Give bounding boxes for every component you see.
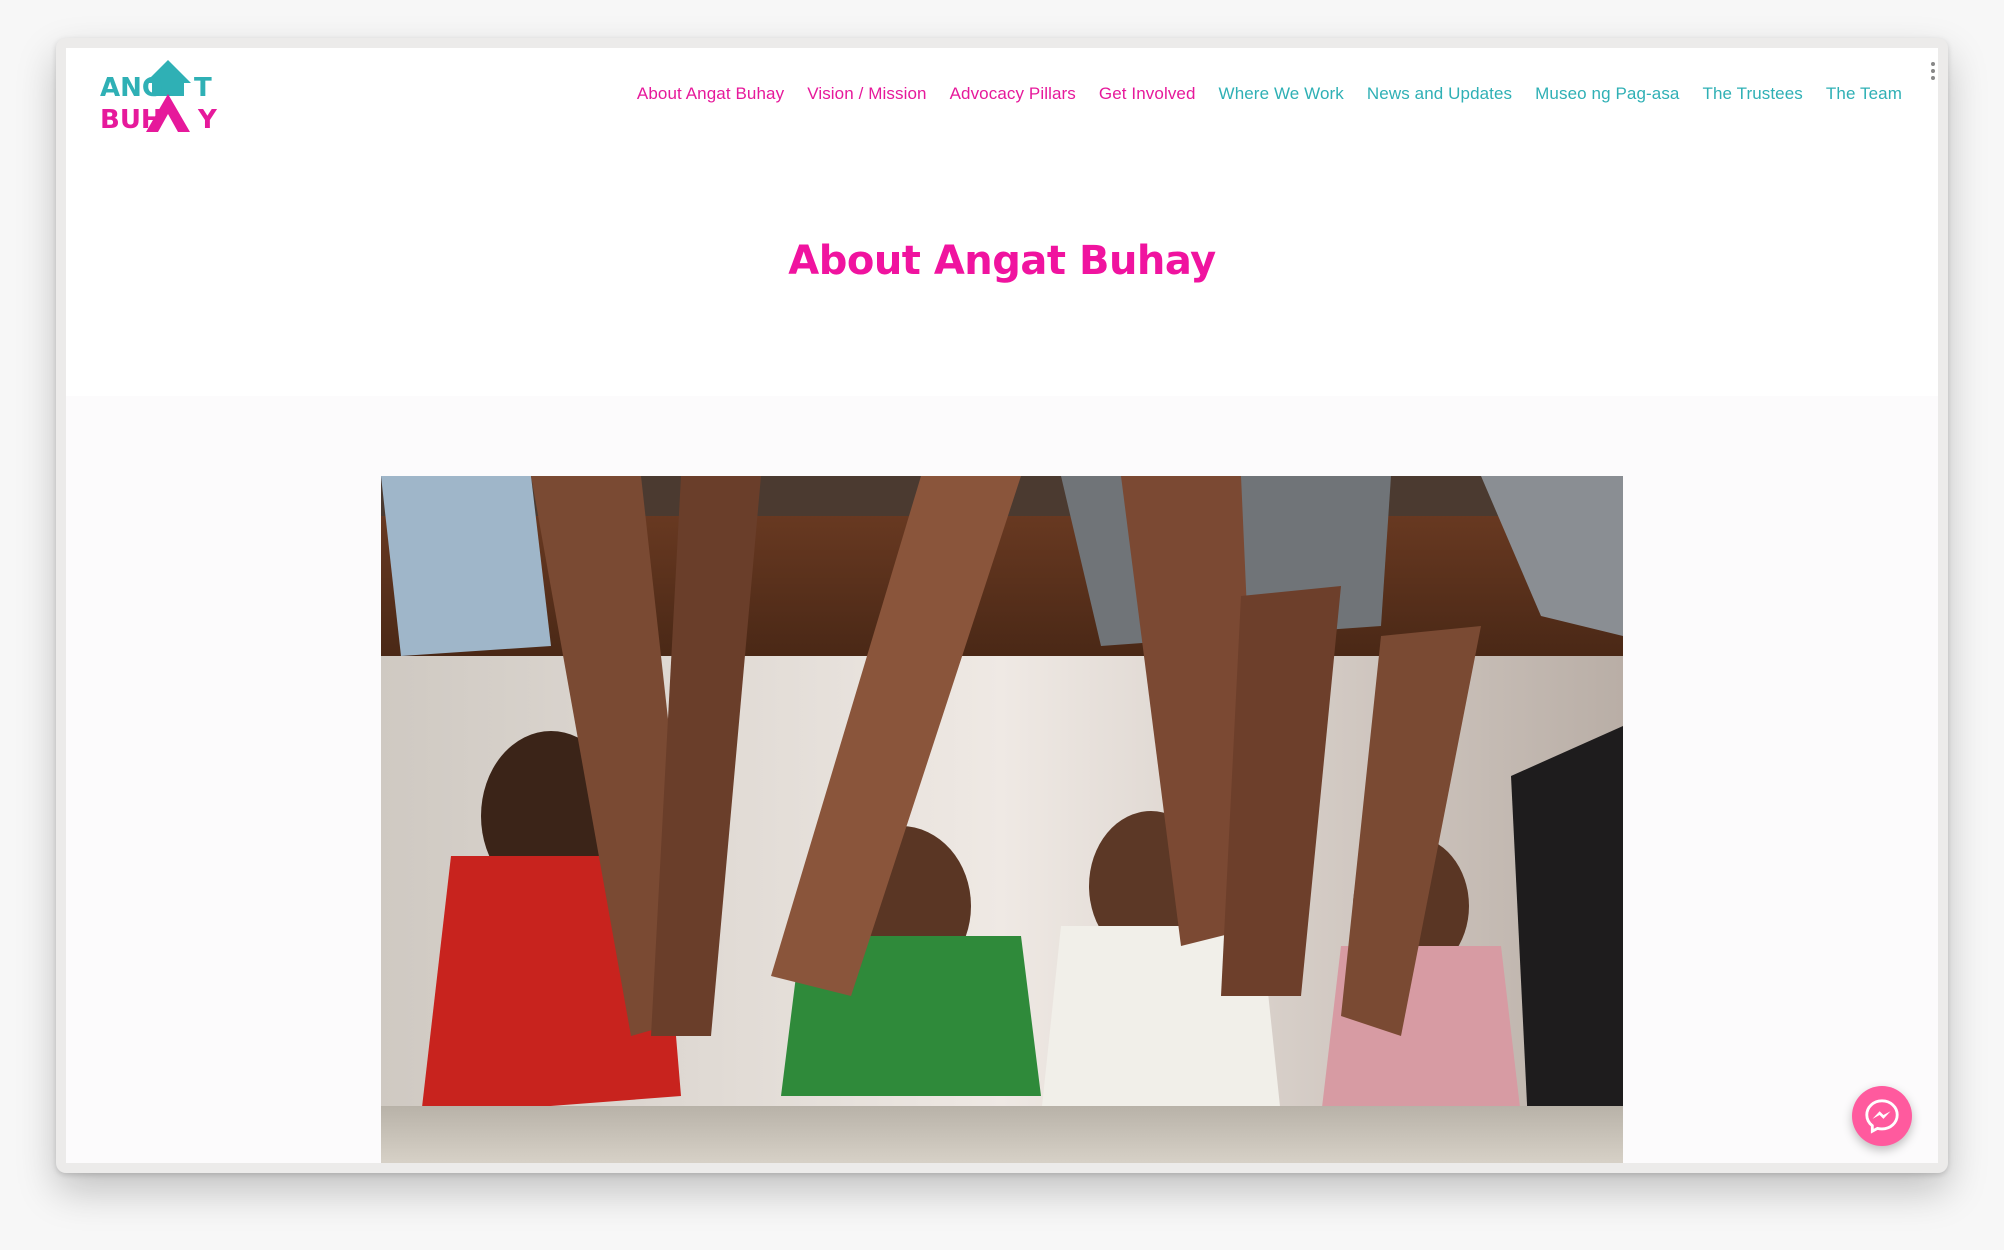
nav-news-updates[interactable]: News and Updates <box>1367 84 1512 104</box>
photo-children-under-bench-icon <box>381 476 1623 1163</box>
main-navigation: About Angat Buhay Vision / Mission Advoc… <box>637 84 1902 104</box>
scrollbar-handle[interactable] <box>1930 62 1936 80</box>
logo-text-y: Y <box>197 105 218 135</box>
logo-text-ang: ANG <box>100 73 163 103</box>
hero-photo <box>381 476 1623 1163</box>
nav-where-we-work[interactable]: Where We Work <box>1219 84 1344 104</box>
logo-text-buh: BUH <box>100 105 163 135</box>
web-page: ANG T BUH Y About Angat Buhay Vision / M… <box>66 48 1938 1163</box>
angat-buhay-logo[interactable]: ANG T BUH Y <box>98 56 238 142</box>
messenger-icon <box>1865 1099 1899 1134</box>
nav-vision-mission[interactable]: Vision / Mission <box>807 84 926 104</box>
nav-about[interactable]: About Angat Buhay <box>637 84 784 104</box>
logo-icon: ANG T BUH Y <box>100 60 218 135</box>
site-header: ANG T BUH Y About Angat Buhay Vision / M… <box>66 48 1938 396</box>
nav-get-involved[interactable]: Get Involved <box>1099 84 1196 104</box>
browser-window: ANG T BUH Y About Angat Buhay Vision / M… <box>56 38 1948 1173</box>
logo-text-t: T <box>194 73 212 103</box>
nav-museo[interactable]: Museo ng Pag-asa <box>1535 84 1679 104</box>
messenger-chat-button[interactable] <box>1852 1086 1912 1146</box>
nav-trustees[interactable]: The Trustees <box>1702 84 1802 104</box>
nav-team[interactable]: The Team <box>1826 84 1902 104</box>
nav-advocacy-pillars[interactable]: Advocacy Pillars <box>950 84 1076 104</box>
page-title: About Angat Buhay <box>788 238 1216 284</box>
content-section <box>66 396 1938 1163</box>
